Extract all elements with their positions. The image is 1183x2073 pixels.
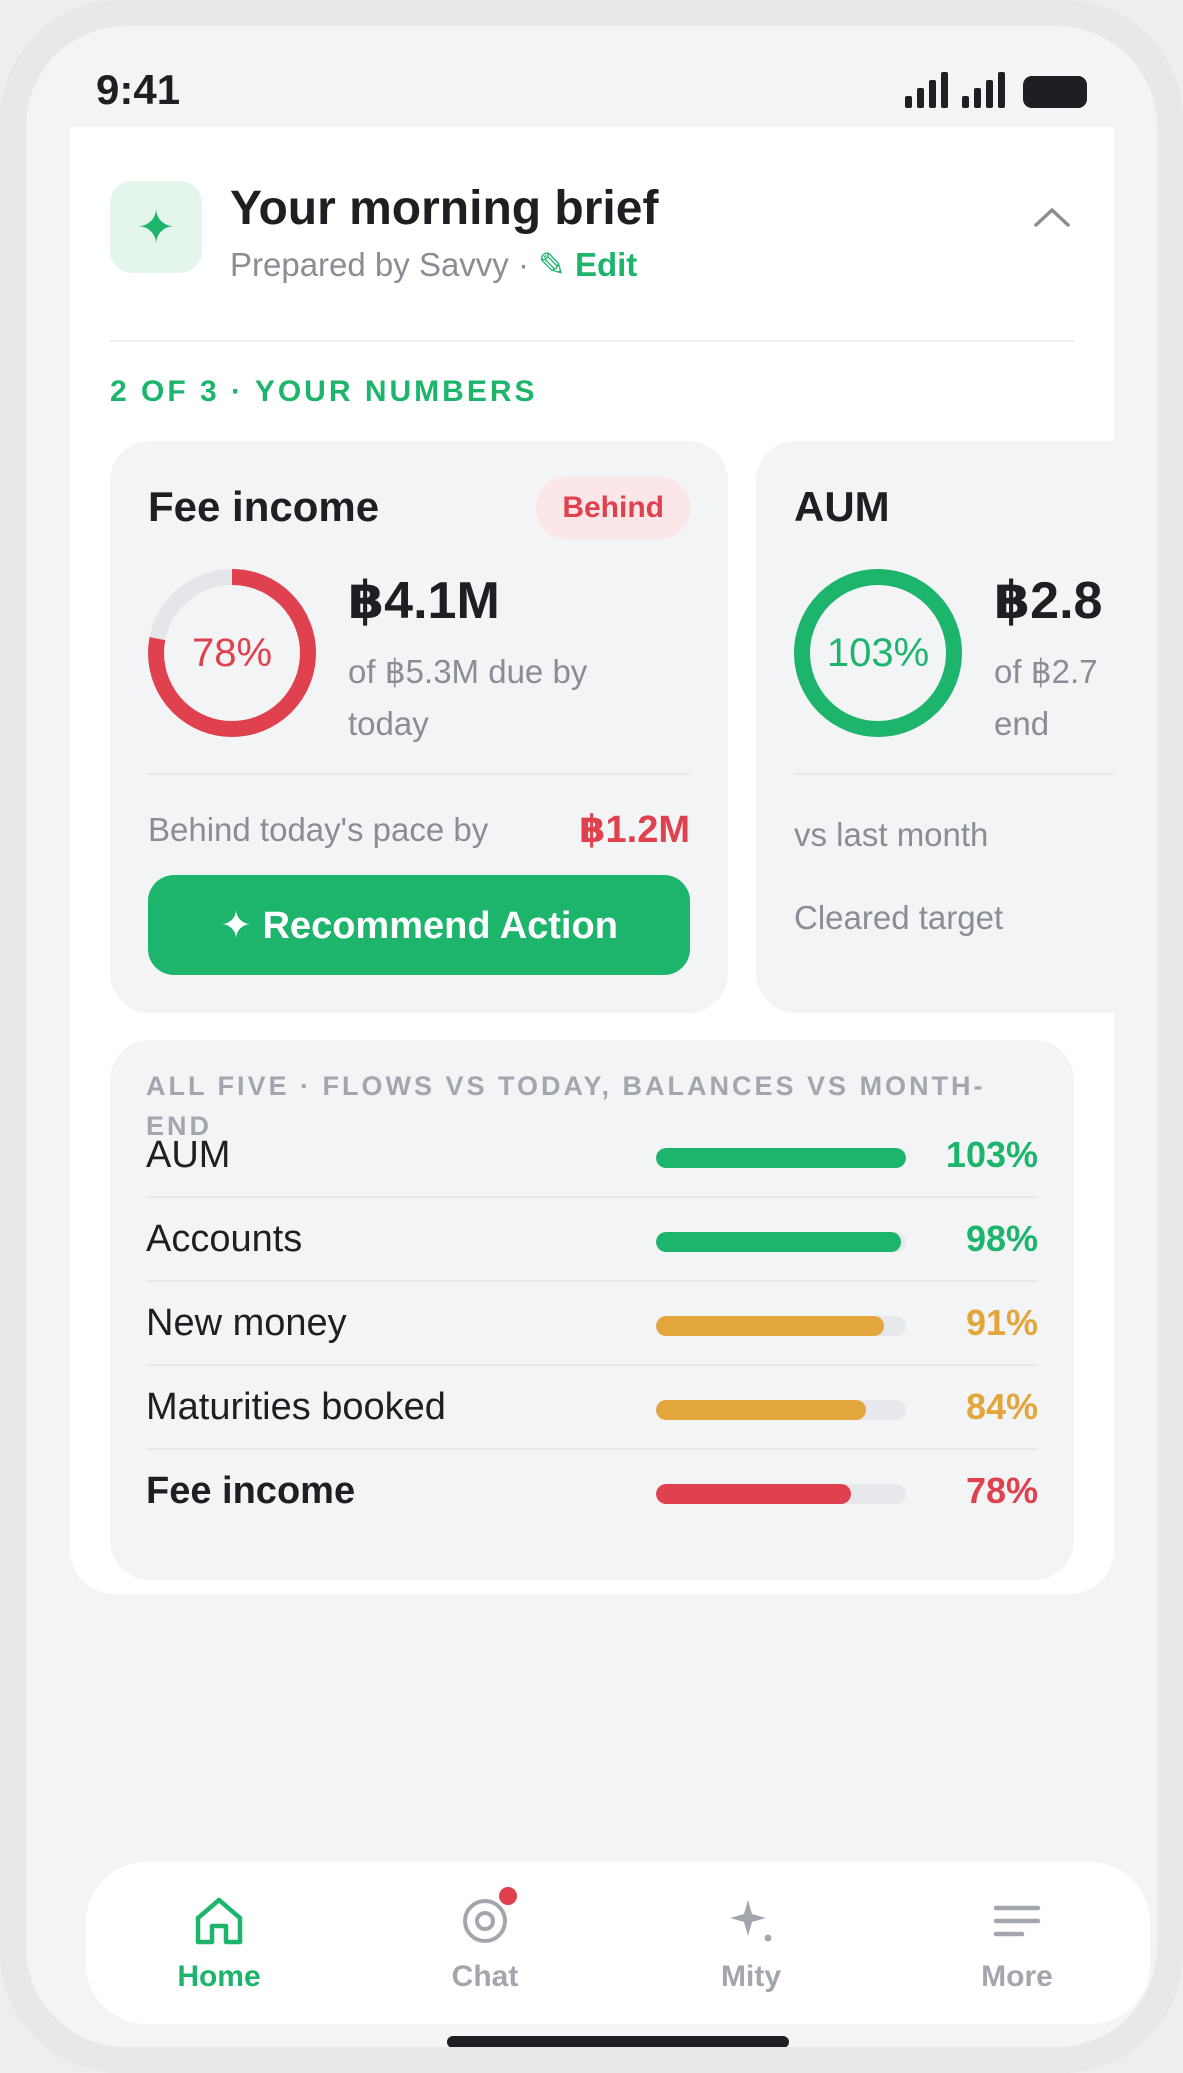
progress-ring-label: 103% xyxy=(826,630,930,675)
progress-track xyxy=(656,1484,906,1504)
home-icon xyxy=(190,1892,248,1950)
bottom-nav: Home Chat Mity More xyxy=(86,1862,1150,2024)
progress-fill xyxy=(656,1400,866,1420)
row-percent: 84% xyxy=(965,1386,1038,1427)
sparkle-icon: ✦ xyxy=(110,181,202,273)
progress-track xyxy=(656,1148,906,1168)
progress-ring-label: 78% xyxy=(191,630,273,675)
status-icons xyxy=(905,70,1087,108)
brief-title: Your morning brief xyxy=(230,182,659,235)
card-divider xyxy=(794,773,1114,775)
summary-row: Accounts 98% xyxy=(146,1198,1038,1282)
fee-target: of ฿5.3M due by today xyxy=(348,653,588,742)
aum-card[interactable]: AUM 103% ฿2.8 of ฿2.7 end vs last month … xyxy=(756,441,1114,1013)
signal-icon xyxy=(905,72,948,108)
progress-fill xyxy=(656,1232,901,1252)
progress-track xyxy=(656,1316,906,1336)
nav-label: Mity xyxy=(721,1960,781,1993)
home-indicator xyxy=(447,2036,789,2047)
section-label: 2 OF 3 · YOUR NUMBERS xyxy=(110,375,538,408)
fee-income-card[interactable]: Fee income Behind 78% ฿4.1M of ฿5.3M due… xyxy=(110,441,728,1013)
notification-dot xyxy=(496,1884,520,1908)
row-label: New money xyxy=(146,1302,347,1344)
nav-label: Chat xyxy=(451,1960,519,1993)
pace-label: Behind today's pace by xyxy=(148,811,489,848)
row-percent: 91% xyxy=(965,1302,1038,1343)
card-title: AUM xyxy=(794,483,890,530)
comparison-label: vs last month xyxy=(794,816,989,853)
sparkle-icon xyxy=(722,1892,780,1950)
prepared-by-label: Prepared by Savvy · xyxy=(230,246,539,283)
row-label: Maturities booked xyxy=(146,1386,446,1428)
wifi-signal-icon xyxy=(962,72,1005,108)
progress-fill xyxy=(656,1148,906,1168)
card-divider xyxy=(148,773,690,775)
row-percent: 78% xyxy=(965,1470,1038,1511)
row-label: Fee income xyxy=(146,1470,356,1512)
row-percent: 103% xyxy=(945,1134,1038,1175)
row-label: Accounts xyxy=(146,1218,303,1260)
row-label: AUM xyxy=(146,1134,231,1176)
aum-value: ฿2.8 xyxy=(994,572,1103,630)
progress-track xyxy=(656,1232,906,1252)
edit-link[interactable]: ✎ Edit xyxy=(538,246,637,283)
fee-value: ฿4.1M xyxy=(348,572,500,630)
card-title: Fee income xyxy=(148,483,380,530)
screen: 9:41 ✦ Your morning brief Prepared by Sa… xyxy=(26,26,1157,2047)
progress-track xyxy=(656,1400,906,1420)
status-time: 9:41 xyxy=(96,66,181,113)
brief-header: ✦ Your morning brief Prepared by Savvy ·… xyxy=(110,181,1074,291)
chat-icon xyxy=(456,1884,520,1950)
status-badge: Behind xyxy=(536,477,690,539)
summary-row: AUM 103% xyxy=(146,1114,1038,1198)
aum-target: of ฿2.7 end xyxy=(994,653,1098,742)
nav-item-home[interactable]: Home xyxy=(86,1862,352,2024)
phone-frame: 9:41 ✦ Your morning brief Prepared by Sa… xyxy=(0,0,1183,2073)
nav-label: Home xyxy=(177,1960,261,1993)
chevron-up-icon[interactable] xyxy=(1030,195,1074,239)
progress-fill xyxy=(656,1484,851,1504)
row-percent: 98% xyxy=(965,1218,1038,1259)
menu-icon xyxy=(988,1892,1046,1950)
nav-label: More xyxy=(981,1960,1053,1993)
recommend-action-button[interactable]: ✦ Recommend Action xyxy=(148,875,690,975)
summary-row: Fee income 78% xyxy=(146,1450,1038,1534)
morning-brief-card: ✦ Your morning brief Prepared by Savvy ·… xyxy=(70,127,1114,1594)
progress-fill xyxy=(656,1316,884,1336)
nav-item-mity[interactable]: Mity xyxy=(618,1862,884,2024)
battery-icon xyxy=(1023,76,1087,108)
divider xyxy=(110,340,1074,342)
brief-subtitle: Prepared by Savvy · ✎ Edit xyxy=(230,245,637,284)
nav-item-more[interactable]: More xyxy=(884,1862,1150,2024)
status-label: Cleared target xyxy=(794,899,1004,936)
summary-row: Maturities booked 84% xyxy=(146,1366,1038,1450)
pace-value: ฿1.2M xyxy=(579,809,690,851)
nav-item-chat[interactable]: Chat xyxy=(352,1862,618,2024)
summary-panel: ALL FIVE · FLOWS VS TODAY, BALANCES VS M… xyxy=(110,1040,1074,1580)
summary-row: New money 91% xyxy=(146,1282,1038,1366)
